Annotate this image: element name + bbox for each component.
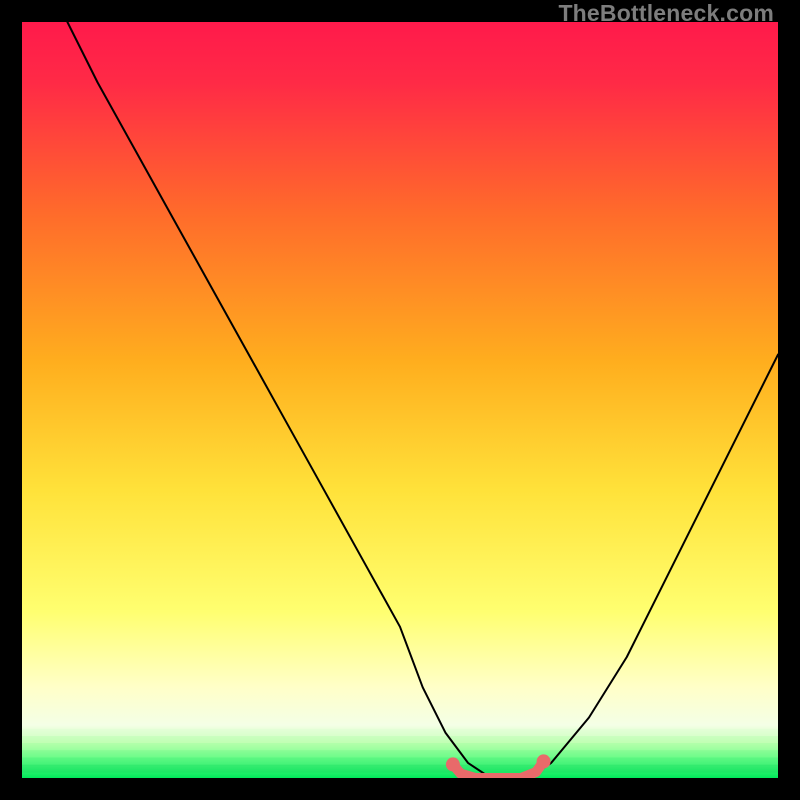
watermark-text: TheBottleneck.com [558, 0, 774, 27]
green-bands [22, 729, 778, 773]
marker-endpoint [537, 754, 551, 768]
bottleneck-chart [22, 22, 778, 778]
gradient-background [22, 22, 778, 778]
chart-frame [22, 22, 778, 778]
marker-endpoint [446, 757, 460, 771]
